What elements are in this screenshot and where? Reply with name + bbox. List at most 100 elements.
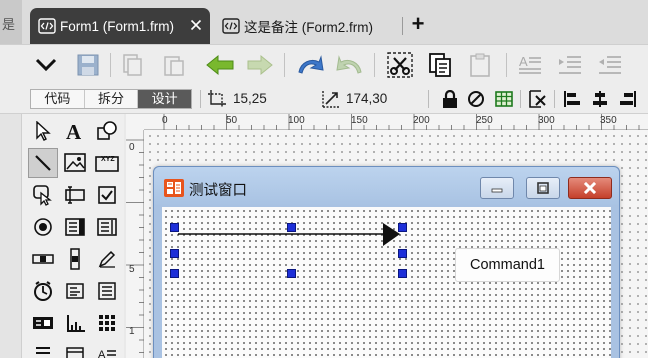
close-window-button[interactable] [568,177,612,199]
ruler-label: 50 [226,115,238,126]
position-icon [208,90,226,108]
cut-icon [387,52,413,78]
form-client-area[interactable] [162,207,611,358]
ruler-label: 1 [129,326,135,337]
selection-handle[interactable] [170,269,179,278]
selection-handle[interactable] [398,223,407,232]
command-button-control[interactable]: Command1 [455,248,560,282]
dir-list-icon [98,282,116,300]
save-icon [77,54,99,76]
toolbar-divider [374,53,375,77]
text-a-icon: A [66,120,82,142]
checkbox-tool[interactable] [92,180,122,210]
main-toolbar: A [0,44,648,84]
dir-tool[interactable] [92,276,122,306]
back-button[interactable] [204,49,236,81]
text-align-icon: A [519,54,541,74]
mode-code[interactable]: 代码 [31,90,85,108]
listbox-icon [97,218,117,236]
mode-split[interactable]: 拆分 [85,90,139,108]
dots-grid-tool[interactable] [92,308,122,338]
edit-tool[interactable] [92,244,122,274]
forward-button[interactable] [244,49,276,81]
view-bar: 代码 拆分 设计 15,25 174,30 [0,84,648,114]
tab-form1[interactable]: Form1 (Form1.frm) [30,8,210,44]
indent-button[interactable] [554,49,586,81]
close-icon[interactable] [190,19,202,31]
chart-tool[interactable] [60,308,90,338]
minimize-button[interactable] [480,177,514,199]
pen-icon [98,250,116,268]
selection-handle[interactable] [287,269,296,278]
position-value: 15,25 [233,91,267,106]
copy-disabled-button[interactable] [116,49,148,81]
minimize-icon [491,188,503,193]
form-titlebar[interactable]: 测试窗口 [154,167,619,205]
paste-button[interactable] [464,49,496,81]
viewbar-divider [554,90,555,108]
align-center-button[interactable] [590,89,610,109]
command-tool[interactable] [28,180,58,210]
textbox-tool[interactable] [60,180,90,210]
cut-button[interactable] [384,49,416,81]
line-tool[interactable] [28,148,58,178]
more-tool-3[interactable]: A [92,340,122,358]
ruler-label: 5 [129,264,135,275]
label-tool[interactable]: A [60,116,90,146]
pointer-tool[interactable] [28,116,58,146]
undo-button[interactable] [294,49,326,81]
tab-bar: 是 Form1 (Form1.frm) 这是备注 (Form2.frm) + [0,0,648,44]
text-format-button[interactable]: A [514,49,546,81]
selection-handle[interactable] [398,269,407,278]
forward-arrow-icon [247,54,273,76]
hscroll-tool[interactable] [28,244,58,274]
tab-label: Form1 (Form1.frm) [60,18,174,34]
selection-handle[interactable] [398,249,407,258]
more-tool-2[interactable] [60,340,90,358]
mode-design[interactable]: 设计 [138,90,192,108]
option-tool[interactable] [28,212,58,242]
redo-button[interactable] [334,49,366,81]
align-right-button[interactable] [618,89,638,109]
shape-tool[interactable] [92,116,122,146]
add-tab-button[interactable]: + [408,13,428,37]
listbox-tool[interactable] [92,212,122,242]
paste-icon [164,56,184,76]
side-panel-strip[interactable]: 是 [0,0,22,44]
delete-control-button[interactable] [528,89,548,109]
indent-icon [559,56,581,74]
dropdown-button[interactable] [30,49,62,81]
grid-button[interactable] [494,89,514,109]
svg-text:A: A [66,120,82,142]
viewbar-divider [520,90,521,108]
disable-button[interactable] [466,89,486,109]
image-tool[interactable] [60,148,90,178]
maximize-button[interactable] [526,177,560,199]
selection-handle[interactable] [170,223,179,232]
outdent-button[interactable] [594,49,626,81]
ruler-label: 0 [162,115,168,126]
combobox-tool[interactable] [60,212,90,242]
align-left-button[interactable] [562,89,582,109]
command-button-icon [33,185,52,206]
copy-button[interactable] [424,49,456,81]
horizontal-ruler: 0 50 100 150 200 250 300 350 [144,114,648,130]
selection-handle[interactable] [287,223,296,232]
drive-tool[interactable] [60,276,90,306]
outdent-icon [599,56,621,74]
save-button[interactable] [72,49,104,81]
align-right-icon [620,91,636,107]
delete-icon [529,90,546,108]
tab-form2[interactable]: 这是备注 (Form2.frm) [214,8,402,44]
timer-tool[interactable] [28,276,58,306]
lock-icon [443,90,457,108]
more-tool-1[interactable] [28,340,58,358]
lock-button[interactable] [440,89,460,109]
vertical-ruler: 0 5 1 [126,130,144,358]
file-tool[interactable] [28,308,58,338]
paste-disabled-button[interactable] [158,49,190,81]
line-icon [35,155,51,171]
vscroll-tool[interactable] [60,244,90,274]
frame-tool[interactable]: XYZ [92,148,122,178]
selection-handle[interactable] [170,249,179,258]
